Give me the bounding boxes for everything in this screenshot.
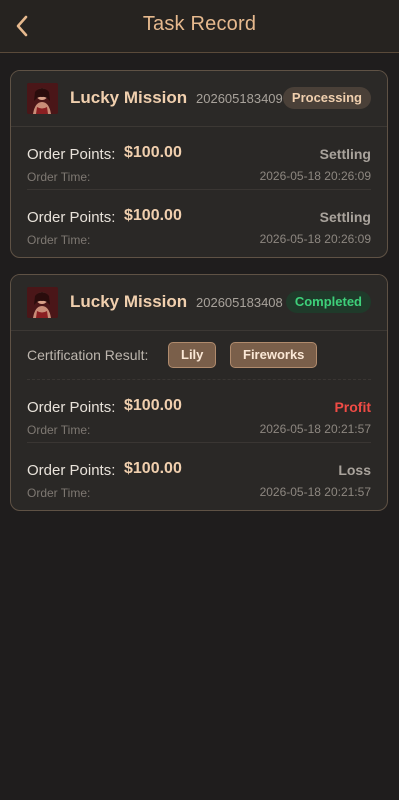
- card-header: Lucky Mission 202605183409 Processing: [11, 71, 387, 127]
- points-label: Order Points:: [27, 462, 116, 479]
- time-value: 2026-05-18 20:26:09: [259, 232, 371, 246]
- status-badge: Processing: [282, 87, 371, 109]
- top-bar: Task Record: [0, 0, 399, 53]
- settle-status: Settling: [319, 209, 371, 225]
- profit-status: Profit: [334, 399, 371, 415]
- points-value: $100.00: [124, 460, 182, 477]
- points-value: $100.00: [124, 144, 182, 161]
- order-row: Order Points: $100.00 Settling Order Tim…: [27, 190, 371, 252]
- time-label: Order Time:: [27, 423, 91, 437]
- card-header: Lucky Mission 202605183408 Completed: [11, 275, 387, 331]
- time-label: Order Time:: [27, 233, 91, 247]
- page-title: Task Record: [142, 13, 257, 35]
- order-row: Order Points: $100.00 Profit Order Time:…: [27, 380, 371, 443]
- status-badge: Completed: [285, 291, 371, 313]
- certification-label: Certification Result:: [27, 347, 149, 363]
- points-label: Order Points:: [27, 399, 116, 416]
- points-value: $100.00: [124, 207, 182, 224]
- points-label: Order Points:: [27, 209, 116, 226]
- order-number: 202605183409: [196, 91, 283, 106]
- time-value: 2026-05-18 20:21:57: [259, 422, 371, 436]
- order-row: Order Points: $100.00 Loss Order Time: 2…: [27, 443, 371, 505]
- certification-tag[interactable]: Fireworks: [230, 342, 318, 368]
- points-value: $100.00: [124, 397, 182, 414]
- time-value: 2026-05-18 20:21:57: [259, 485, 371, 499]
- mission-avatar: [27, 287, 58, 318]
- points-label: Order Points:: [27, 146, 116, 163]
- settle-status: Settling: [319, 146, 371, 162]
- mission-name: Lucky Mission: [70, 88, 188, 107]
- loss-status: Loss: [338, 462, 371, 478]
- certification-tag[interactable]: Lily: [168, 342, 217, 368]
- time-label: Order Time:: [27, 486, 91, 500]
- time-value: 2026-05-18 20:26:09: [259, 169, 371, 183]
- certification-result: Certification Result: Lily Fireworks: [27, 331, 371, 380]
- task-card[interactable]: Lucky Mission 202605183409 Processing Or…: [10, 70, 388, 258]
- order-row: Order Points: $100.00 Settling Order Tim…: [27, 127, 371, 190]
- order-number: 202605183408: [196, 295, 283, 310]
- mission-avatar: [27, 83, 58, 114]
- task-card[interactable]: Lucky Mission 202605183408 Completed Cer…: [10, 274, 388, 511]
- mission-name: Lucky Mission: [70, 292, 188, 311]
- time-label: Order Time:: [27, 170, 91, 184]
